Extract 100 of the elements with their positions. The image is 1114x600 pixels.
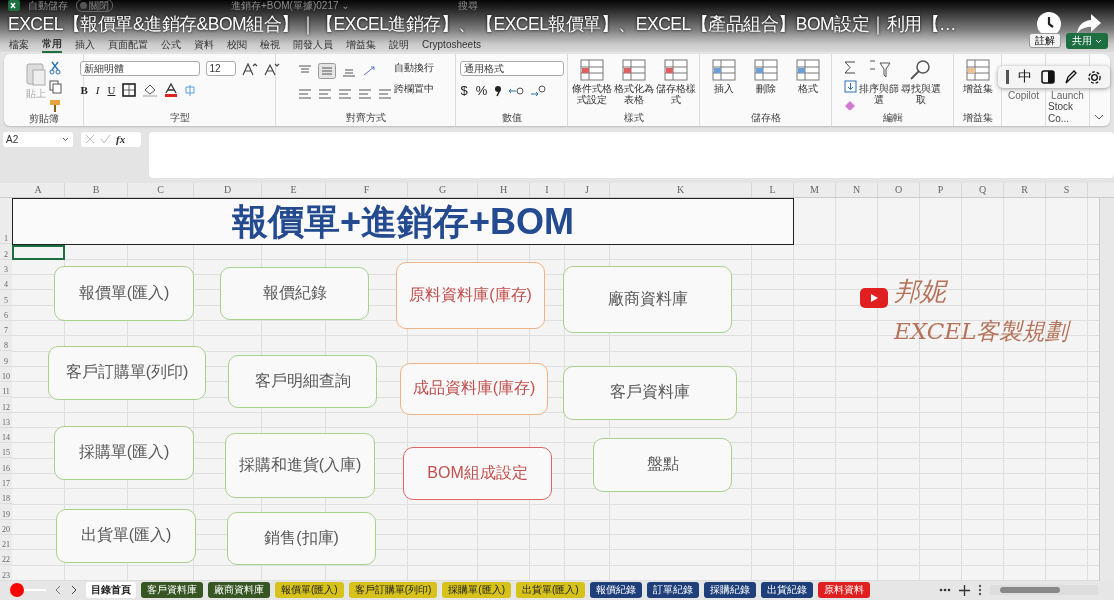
eraser-icon[interactable]: [844, 99, 857, 111]
column-header[interactable]: E: [262, 182, 326, 197]
ribbon-button[interactable]: Launch: [1047, 90, 1088, 101]
font-color-icon[interactable]: [164, 83, 179, 97]
column-header[interactable]: A: [12, 182, 65, 197]
sheet-tab[interactable]: 廠商資料庫: [208, 582, 270, 599]
drag-handle-icon[interactable]: [1006, 70, 1009, 84]
autosave-toggle[interactable]: 關閉: [76, 0, 113, 12]
input-mode-button[interactable]: 中: [1018, 68, 1032, 86]
ribbon-button[interactable]: 排序與篩選: [859, 57, 899, 105]
sheet-tab[interactable]: 客戶資料庫: [141, 582, 203, 599]
navigation-button[interactable]: 原料資料庫(庫存): [396, 261, 545, 329]
menu-tab[interactable]: 檔案: [9, 37, 29, 52]
add-sheet-icon[interactable]: [959, 584, 970, 596]
navigation-button[interactable]: 客戶明細查詢: [228, 354, 377, 408]
sum-icon[interactable]: [844, 61, 856, 74]
sheet-tab[interactable]: 報價單(匯入): [275, 582, 344, 599]
fill-color-icon[interactable]: [142, 83, 159, 97]
search-box[interactable]: 搜尋: [457, 0, 478, 11]
navigation-button[interactable]: 採購和進貨(入庫): [225, 432, 375, 498]
sheet-tab[interactable]: 客戶訂購單(列印): [348, 582, 438, 599]
column-header[interactable]: J: [565, 182, 610, 197]
format-button[interactable]: U: [106, 84, 117, 96]
menu-tab[interactable]: 公式: [161, 37, 181, 52]
column-header[interactable]: K: [610, 182, 752, 197]
share-button[interactable]: 共用: [1066, 32, 1108, 49]
navigation-button[interactable]: 採購單(匯入): [54, 425, 194, 480]
options-icon[interactable]: [978, 584, 982, 597]
sheet-tab[interactable]: 目錄首頁: [86, 582, 136, 599]
column-header[interactable]: P: [920, 182, 962, 197]
navigation-button[interactable]: 銷售(扣庫): [227, 511, 376, 565]
file-name[interactable]: 進銷存+BOM(單據)0217 ⌄: [231, 0, 350, 11]
menu-tab[interactable]: 增益集: [346, 37, 376, 52]
previous-sheet-icon[interactable]: [54, 585, 62, 596]
column-header[interactable]: O: [878, 182, 920, 197]
progress-dot-icon[interactable]: [10, 583, 24, 598]
column-header[interactable]: Q: [962, 182, 1004, 197]
share-icon[interactable]: [1076, 13, 1102, 35]
decrease-decimal-icon[interactable]: [530, 83, 547, 98]
column-header[interactable]: B: [65, 182, 128, 197]
navigation-button[interactable]: 廠商資料庫: [563, 265, 732, 333]
ribbon-button[interactable]: 增益集: [957, 57, 998, 94]
name-box[interactable]: A2: [3, 131, 73, 147]
merge-center-button[interactable]: 跨欄置中: [393, 82, 434, 96]
font-name-dropdown[interactable]: 新細明體: [79, 61, 200, 76]
navigation-button[interactable]: 報價單(匯入): [54, 265, 194, 321]
navigation-button[interactable]: 客戶訂購單(列印): [48, 345, 206, 400]
border-icon[interactable]: [122, 83, 137, 97]
column-header[interactable]: H: [478, 182, 530, 197]
navigation-button[interactable]: 出貨單(匯入): [56, 508, 196, 563]
align-middle-icon[interactable]: [317, 63, 336, 79]
ribbon-button[interactable]: Copilot: [1003, 90, 1044, 101]
more-icon[interactable]: [939, 588, 951, 593]
column-header[interactable]: G: [408, 182, 478, 197]
settings-icon[interactable]: [1087, 69, 1102, 85]
ribbon-button[interactable]: 刪除: [745, 57, 786, 94]
navigation-button[interactable]: 成品資料庫(庫存): [400, 362, 548, 415]
comma-style-icon[interactable]: [494, 84, 503, 97]
pen-icon[interactable]: [1064, 69, 1078, 85]
insert-function-button[interactable]: fx: [116, 133, 126, 146]
navigation-button[interactable]: 報價紀錄: [220, 266, 369, 320]
column-header[interactable]: I: [530, 182, 565, 197]
fill-icon[interactable]: [844, 80, 857, 93]
column-header[interactable]: N: [836, 182, 878, 197]
horizontal-scrollbar[interactable]: [990, 585, 1098, 596]
format-button[interactable]: B: [79, 84, 89, 96]
sheet-tab[interactable]: 訂單紀錄: [646, 582, 699, 599]
menu-tab[interactable]: 常用: [42, 36, 62, 53]
menu-tab[interactable]: 資料: [194, 37, 214, 52]
format-button[interactable]: I: [94, 84, 101, 96]
sheet-tab[interactable]: 採購單(匯入): [442, 582, 511, 599]
wrap-text-button[interactable]: 自動換行: [393, 61, 434, 75]
sheet-tab[interactable]: 報價紀錄: [589, 582, 642, 599]
navigation-button[interactable]: BOM組成設定: [403, 446, 552, 500]
ribbon-button[interactable]: 格式: [787, 57, 828, 94]
sheet-tab[interactable]: 原料資料: [817, 582, 870, 599]
menu-tab[interactable]: 校閱: [227, 37, 247, 52]
column-header[interactable]: D: [194, 182, 262, 197]
font-size-dropdown[interactable]: 12: [205, 61, 236, 76]
selected-cell[interactable]: [12, 244, 65, 260]
sheet-tab[interactable]: 出貨單(匯入): [516, 582, 585, 599]
navigation-button[interactable]: 客戶資料庫: [563, 365, 737, 420]
ribbon-button[interactable]: 尋找與選取: [901, 57, 941, 105]
check-icon[interactable]: [100, 134, 111, 145]
column-header[interactable]: R: [1004, 182, 1046, 197]
ribbon-button[interactable]: 插入: [703, 57, 744, 94]
video-title[interactable]: EXCEL【報價單&進銷存&BOM組合】｜【EXCEL進銷存】、【EXCEL報價單】、EXCEL【產品組合】BOM設定｜利用【…: [8, 12, 1022, 36]
ribbon-button[interactable]: 格式化為表格: [613, 57, 654, 105]
menu-tab[interactable]: 插入: [75, 37, 95, 52]
ribbon-button[interactable]: 條件式格式設定: [571, 57, 612, 105]
formula-input[interactable]: [149, 131, 1114, 178]
cut-icon[interactable]: [49, 61, 61, 75]
number-format-button[interactable]: %: [474, 83, 489, 98]
column-header[interactable]: F: [326, 182, 408, 197]
comment-button[interactable]: 註解: [1029, 33, 1062, 48]
ribbon-button[interactable]: 儲存格樣式: [655, 57, 696, 105]
number-format-button[interactable]: $: [459, 83, 469, 98]
number-format-dropdown[interactable]: 通用格式: [459, 61, 564, 76]
column-header[interactable]: L: [752, 182, 794, 197]
menu-tab[interactable]: 開發人員: [293, 37, 333, 52]
